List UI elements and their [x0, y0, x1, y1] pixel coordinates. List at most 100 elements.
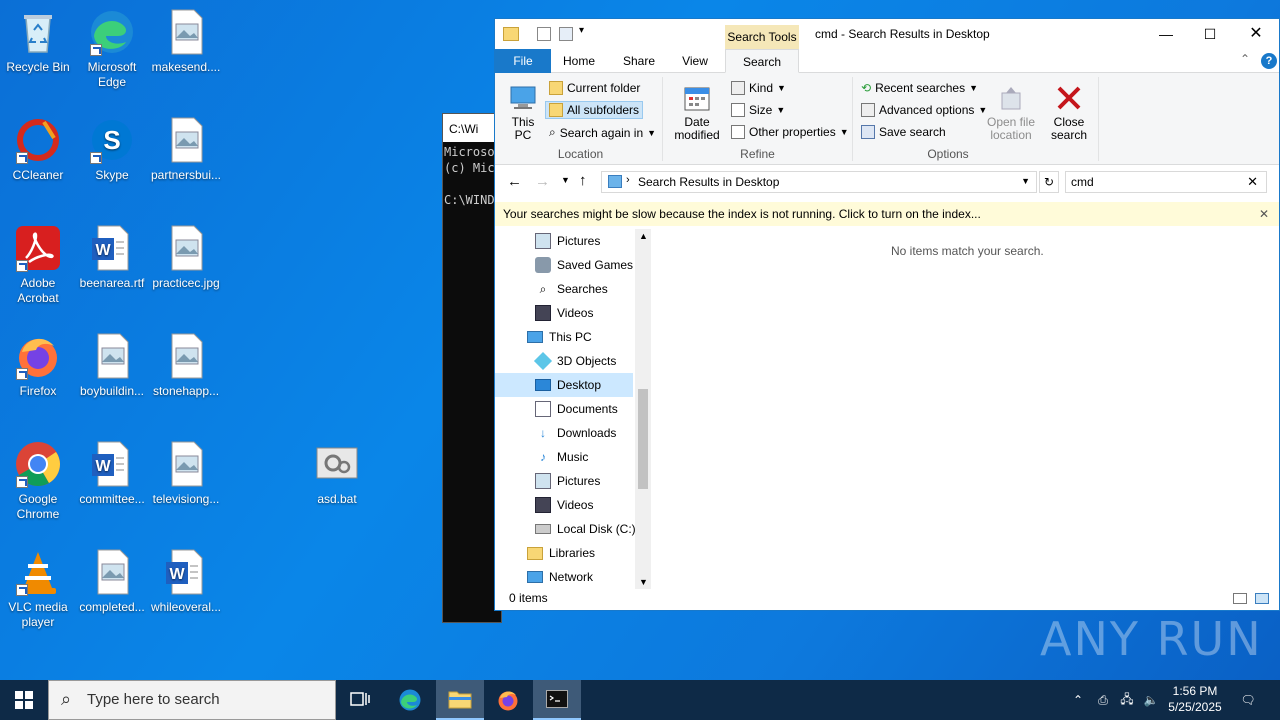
current-folder-button[interactable]: Current folder [549, 81, 640, 95]
minimize-button[interactable]: — [1143, 19, 1189, 49]
title-bar[interactable]: ▾ Search Tools cmd - Search Results in D… [495, 19, 1279, 49]
word-document-icon[interactable]: W beenarea.rtf [74, 224, 150, 291]
adobe-acrobat-icon[interactable]: Adobe Acrobat [0, 224, 76, 306]
nav-item-music[interactable]: ♪ Music [535, 445, 588, 469]
forward-arrow-icon[interactable]: → [535, 173, 550, 190]
tab-share[interactable]: Share [617, 49, 661, 73]
open-file-location-button[interactable]: Open file location [983, 83, 1039, 142]
nav-item-videos-pc[interactable]: Videos [535, 493, 593, 517]
scroll-down-icon[interactable]: ▼ [639, 577, 648, 587]
word-document-icon[interactable]: W committee... [74, 440, 150, 507]
close-button[interactable]: ✕ [1233, 19, 1279, 49]
back-arrow-icon[interactable]: ← [507, 173, 522, 190]
taskbar-cmd[interactable] [533, 680, 581, 720]
other-properties-button[interactable]: Other properties ▼ [731, 125, 849, 139]
properties-icon[interactable] [537, 27, 551, 41]
size-button[interactable]: Size ▼ [731, 103, 785, 117]
volume[interactable]: 🔈 [1140, 680, 1162, 720]
address-bar[interactable]: › Search Results in Desktop ▼ [601, 171, 1037, 193]
tray-app[interactable]: ⎙ [1092, 680, 1114, 720]
firefox-icon[interactable]: Firefox [0, 332, 76, 399]
desktop-icon-label: asd.bat [317, 492, 357, 506]
nav-item-pictures[interactable]: Pictures [535, 229, 600, 253]
cmd-window[interactable]: C:\Wi Microsoft (c) Micr C:\WINDO [442, 113, 502, 623]
tab-home[interactable]: Home [559, 49, 599, 73]
nav-item-network[interactable]: Network [527, 565, 593, 589]
network-status[interactable]: 🖧 [1116, 680, 1138, 720]
close-info-bar-icon[interactable]: ✕ [1259, 207, 1269, 221]
image-file-icon[interactable]: partnersbui... [148, 116, 224, 183]
nav-item-libraries[interactable]: Libraries [527, 541, 595, 565]
nav-item-local-disk[interactable]: Local Disk (C:) [535, 517, 636, 541]
tab-view[interactable]: View [675, 49, 715, 73]
nav-item-3d-objects[interactable]: 3D Objects [533, 349, 616, 373]
nav-item-downloads[interactable]: ↓ Downloads [535, 421, 616, 445]
help-icon[interactable]: ? [1261, 53, 1277, 69]
search-input[interactable]: cmd ✕ [1065, 171, 1267, 193]
date-modified-button[interactable]: Date modified [665, 83, 729, 142]
google-chrome-icon[interactable]: Google Chrome [0, 440, 76, 522]
breadcrumb-chevron-icon[interactable]: › [626, 174, 630, 186]
scrollbar-thumb[interactable] [638, 389, 648, 489]
start-button[interactable] [0, 680, 48, 720]
nav-item-searches[interactable]: ⌕ Searches [535, 277, 608, 301]
image-file-icon[interactable]: makesend.... [148, 8, 224, 75]
nav-item-this-pc[interactable]: This PC [527, 325, 592, 349]
other-properties-label: Other properties [749, 125, 836, 139]
microsoft-edge-icon[interactable]: Microsoft Edge [74, 8, 150, 90]
collapse-ribbon-icon[interactable]: ⌃ [1240, 52, 1250, 66]
save-search-button[interactable]: Save search [861, 125, 946, 139]
clear-search-icon[interactable]: ✕ [1247, 174, 1258, 190]
taskbar-clock[interactable]: 1:56 PM 5/25/2025 [1162, 683, 1228, 715]
search-again-button[interactable]: ⌕ Search again in ▼ [549, 125, 656, 140]
taskbar-file-explorer[interactable] [436, 680, 484, 720]
word-document-icon[interactable]: W whileoveral... [148, 548, 224, 615]
skype-icon[interactable]: S Skype [74, 116, 150, 183]
image-file-icon[interactable]: stonehapp... [148, 332, 224, 399]
recent-locations-icon[interactable]: ▼ [561, 175, 570, 185]
kind-button[interactable]: Kind ▼ [731, 81, 786, 95]
index-info-bar[interactable]: Your searches might be slow because the … [495, 202, 1279, 226]
taskbar-search-box[interactable]: ⌕ Type here to search [48, 680, 336, 720]
scroll-up-icon[interactable]: ▲ [639, 231, 648, 241]
maximize-button[interactable]: ☐ [1187, 19, 1233, 49]
refresh-icon[interactable]: ↻ [1039, 171, 1059, 193]
details-view-icon[interactable] [1233, 593, 1247, 604]
all-subfolders-button[interactable]: All subfolders [545, 101, 644, 119]
close-search-button[interactable]: Close search [1043, 83, 1095, 142]
task-view-button[interactable] [336, 680, 384, 720]
this-pc-button[interactable]: This PC [503, 83, 543, 142]
advanced-options-button[interactable]: Advanced options ▼ [861, 103, 987, 117]
action-center[interactable]: 🗨 [1234, 680, 1262, 720]
navigation-pane[interactable]: Pictures Saved Games ⌕ Searches Videos Th… [495, 229, 651, 589]
new-folder-icon[interactable] [559, 27, 573, 41]
nav-item-saved-games[interactable]: Saved Games [535, 253, 633, 277]
image-file-icon[interactable]: completed... [74, 548, 150, 615]
file-explorer-window[interactable]: ▾ Search Tools cmd - Search Results in D… [494, 18, 1280, 611]
taskbar-edge[interactable] [386, 680, 434, 720]
nav-item-documents[interactable]: Documents [535, 397, 618, 421]
nav-scrollbar[interactable]: ▲ ▼ [635, 229, 651, 589]
tab-file[interactable]: File [495, 49, 551, 73]
show-hidden-icons[interactable]: ⌃ [1068, 680, 1088, 720]
image-file-icon[interactable]: televisiong... [148, 440, 224, 507]
nav-item-pictures-pc[interactable]: Pictures [535, 469, 600, 493]
address-dropdown-icon[interactable]: ▼ [1021, 176, 1030, 186]
nav-item-videos[interactable]: Videos [535, 301, 593, 325]
computer-icon [510, 86, 536, 109]
image-file-icon[interactable]: boybuildin... [74, 332, 150, 399]
ccleaner-icon[interactable]: CCleaner [0, 116, 76, 183]
recent-searches-button[interactable]: ⟲ Recent searches ▼ [861, 81, 978, 95]
cmd-line: (c) Micr [444, 161, 501, 175]
up-arrow-icon[interactable]: ↑ [579, 172, 587, 189]
vlc-icon[interactable]: asd.bat VLC media player [0, 548, 76, 630]
batch-file-icon[interactable]: asd.bat [299, 440, 375, 507]
nav-item-desktop[interactable]: Desktop [495, 373, 633, 397]
image-file-icon[interactable]: practicec.jpg [148, 224, 224, 291]
large-icons-view-icon[interactable] [1255, 593, 1269, 604]
taskbar-firefox[interactable] [484, 680, 532, 720]
notification-icon: 🗨 [1240, 693, 1256, 707]
quick-access-dropdown-icon[interactable]: ▾ [579, 25, 584, 36]
recycle-bin-icon[interactable]: Recycle Bin [0, 8, 76, 75]
tab-search[interactable]: Search [725, 49, 799, 73]
